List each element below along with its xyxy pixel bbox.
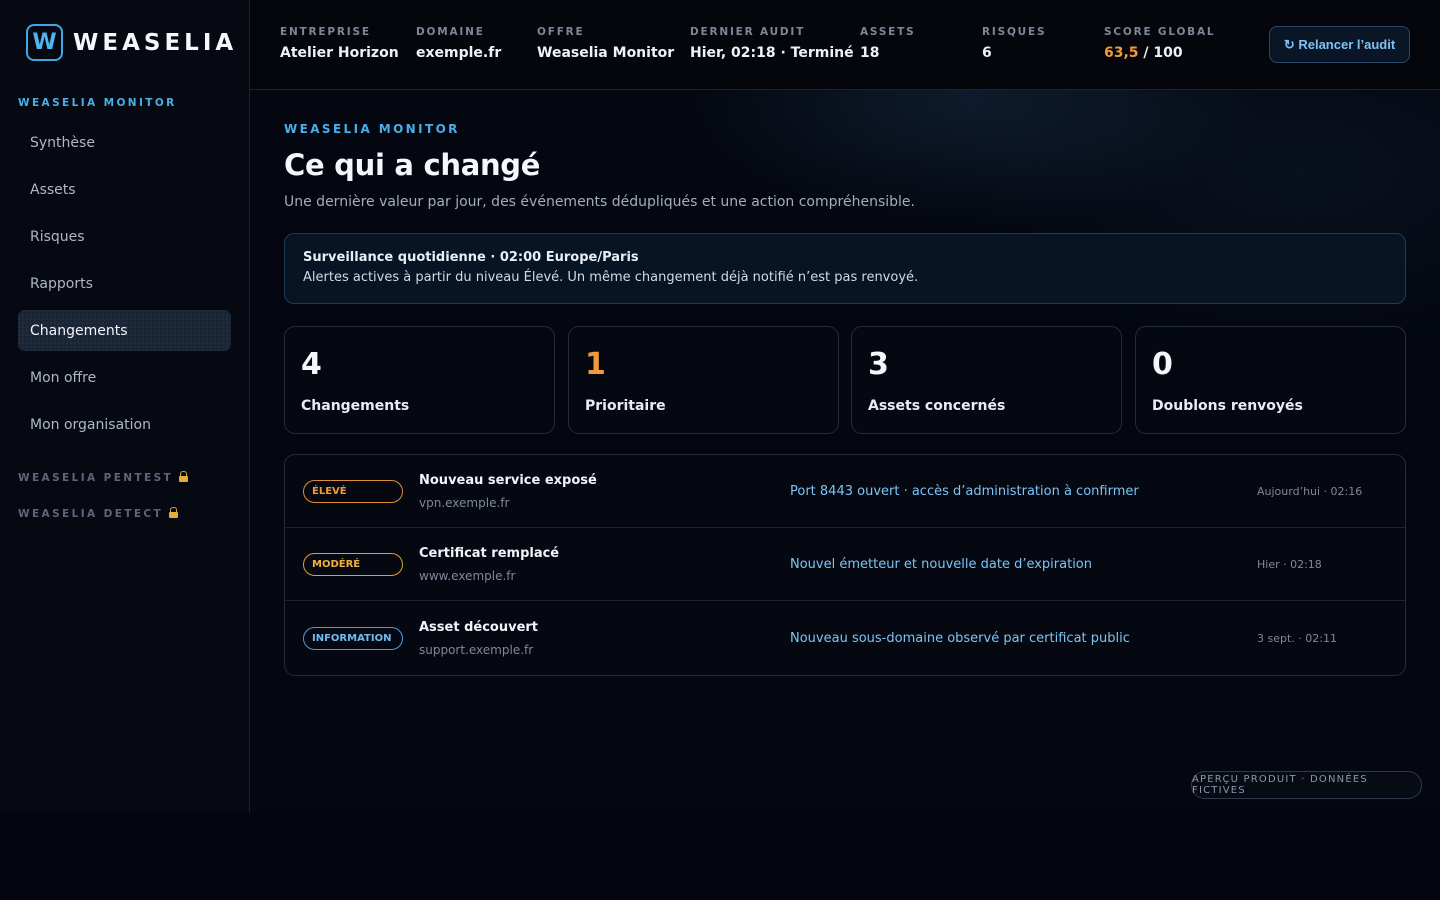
section-label-text: WEASELIA PENTEST: [18, 472, 174, 484]
brand-name: WEASELIA: [73, 29, 238, 56]
kpi-value: 0: [1152, 347, 1173, 382]
meta-value: 18: [860, 45, 880, 61]
score-max: / 100: [1138, 45, 1183, 61]
app: W WEASELIA WEASELIA MONITOR Synthèse Ass…: [0, 0, 1440, 812]
sidebar-nav: Synthèse Assets Risques Rapports Changem…: [18, 122, 231, 451]
meta-value: Atelier Horizon: [280, 45, 399, 61]
kpi-card-doublons: 0 Doublons renvoyés: [1135, 326, 1406, 434]
meta-label: DERNIER AUDIT: [690, 26, 806, 38]
event-host: vpn.exemple.fr: [419, 496, 510, 510]
meta-value: Weaselia Monitor: [537, 45, 675, 61]
event-row[interactable]: INFORMATION Asset découvert support.exem…: [285, 602, 1405, 675]
event-host: support.exemple.fr: [419, 643, 534, 657]
meta-value: 63,5 / 100: [1104, 45, 1215, 61]
event-description-link[interactable]: Port 8443 ouvert · accès d’administratio…: [790, 484, 1139, 499]
event-row[interactable]: MODÉRÉ Certificat remplacé www.exemple.f…: [285, 528, 1405, 601]
meta-offer: OFFRE Weaselia Monitor: [537, 26, 674, 61]
sidebar-item-changements[interactable]: Changements: [18, 310, 231, 351]
event-title: Asset découvert: [419, 620, 539, 635]
meta-last-audit: DERNIER AUDIT Hier, 02:18 · Terminé: [690, 26, 854, 61]
page-eyebrow: WEASELIA MONITOR: [284, 122, 460, 136]
meta-domain: DOMAINE exemple.fr: [416, 26, 501, 61]
topbar: ENTREPRISE Atelier Horizon DOMAINE exemp…: [250, 0, 1440, 90]
meta-value: Hier, 02:18 · Terminé: [690, 45, 854, 61]
lock-icon: [169, 507, 179, 518]
sidebar-item-mon-offre[interactable]: Mon offre: [18, 357, 231, 398]
events-list: ÉLEVÉ Nouveau service exposé vpn.exemple…: [284, 454, 1406, 676]
event-title: Nouveau service exposé: [419, 473, 597, 488]
score-value: 63,5: [1104, 45, 1139, 61]
info-title: Surveillance quotidienne · 02:00 Europe/…: [303, 250, 639, 265]
meta-risks: RISQUES 6: [982, 26, 1046, 61]
info-text: Alertes actives à partir du niveau Élevé…: [303, 270, 919, 285]
event-time: Hier · 02:18: [1257, 558, 1322, 571]
section-label-text: WEASELIA DETECT: [18, 508, 164, 520]
section-weaselia-monitor: WEASELIA MONITOR: [18, 97, 177, 109]
section-weaselia-detect[interactable]: WEASELIA DETECT: [18, 507, 179, 520]
monitoring-info-box: Surveillance quotidienne · 02:00 Europe/…: [284, 233, 1406, 304]
demo-data-badge: APERÇU PRODUIT · DONNÉES FICTIVES: [1191, 771, 1422, 799]
sidebar-item-synthese[interactable]: Synthèse: [18, 122, 231, 163]
meta-score: SCORE GLOBAL 63,5 / 100: [1104, 26, 1215, 61]
meta-value: 6: [982, 45, 992, 61]
meta-label: DOMAINE: [416, 26, 485, 38]
meta-label: ENTREPRISE: [280, 26, 371, 38]
meta-company: ENTREPRISE Atelier Horizon: [280, 26, 399, 61]
kpi-card-assets-concernes: 3 Assets concernés: [851, 326, 1122, 434]
page-title: Ce qui a changé: [284, 148, 541, 182]
main-content: WEASELIA MONITOR Ce qui a changé Une der…: [250, 90, 1440, 812]
kpi-row: 4 Changements 1 Prioritaire 3 Assets con…: [284, 326, 1406, 434]
severity-badge: ÉLEVÉ: [303, 480, 403, 503]
event-description-link[interactable]: Nouvel émetteur et nouvelle date d’expir…: [790, 557, 1092, 572]
meta-assets: ASSETS 18: [860, 26, 915, 61]
kpi-label: Changements: [301, 398, 410, 414]
event-host: www.exemple.fr: [419, 569, 516, 583]
meta-value: exemple.fr: [416, 45, 502, 61]
sidebar-item-mon-organisation[interactable]: Mon organisation: [18, 404, 231, 445]
sidebar-item-risques[interactable]: Risques: [18, 216, 231, 257]
kpi-label: Prioritaire: [585, 398, 666, 414]
event-title: Certificat remplacé: [419, 546, 560, 561]
kpi-label: Doublons renvoyés: [1152, 398, 1303, 414]
lock-icon: [179, 471, 189, 482]
event-description-link[interactable]: Nouveau sous-domaine observé par certifi…: [790, 631, 1130, 646]
kpi-value: 4: [301, 347, 322, 382]
kpi-card-prioritaire: 1 Prioritaire: [568, 326, 839, 434]
section-weaselia-pentest[interactable]: WEASELIA PENTEST: [18, 471, 189, 484]
meta-label: RISQUES: [982, 26, 1047, 38]
event-row[interactable]: ÉLEVÉ Nouveau service exposé vpn.exemple…: [285, 455, 1405, 528]
meta-label: ASSETS: [860, 26, 916, 38]
severity-badge: MODÉRÉ: [303, 553, 403, 576]
meta-label: OFFRE: [537, 26, 585, 38]
brand-logo-icon: W: [26, 24, 63, 61]
event-time: Aujourd’hui · 02:16: [1257, 485, 1363, 498]
page-subtitle: Une dernière valeur par jour, des événem…: [284, 194, 915, 210]
brand[interactable]: W WEASELIA: [26, 24, 237, 61]
sidebar-item-rapports[interactable]: Rapports: [18, 263, 231, 304]
meta-label: SCORE GLOBAL: [1104, 26, 1216, 38]
kpi-value: 1: [585, 347, 606, 382]
sidebar: W WEASELIA WEASELIA MONITOR Synthèse Ass…: [0, 0, 250, 812]
relaunch-audit-button[interactable]: ↻ Relancer l’audit: [1269, 26, 1410, 63]
severity-badge: INFORMATION: [303, 627, 403, 650]
sidebar-item-assets[interactable]: Assets: [18, 169, 231, 210]
kpi-label: Assets concernés: [868, 398, 1006, 414]
kpi-value: 3: [868, 347, 889, 382]
kpi-card-changements: 4 Changements: [284, 326, 555, 434]
event-time: 3 sept. · 02:11: [1257, 632, 1337, 645]
